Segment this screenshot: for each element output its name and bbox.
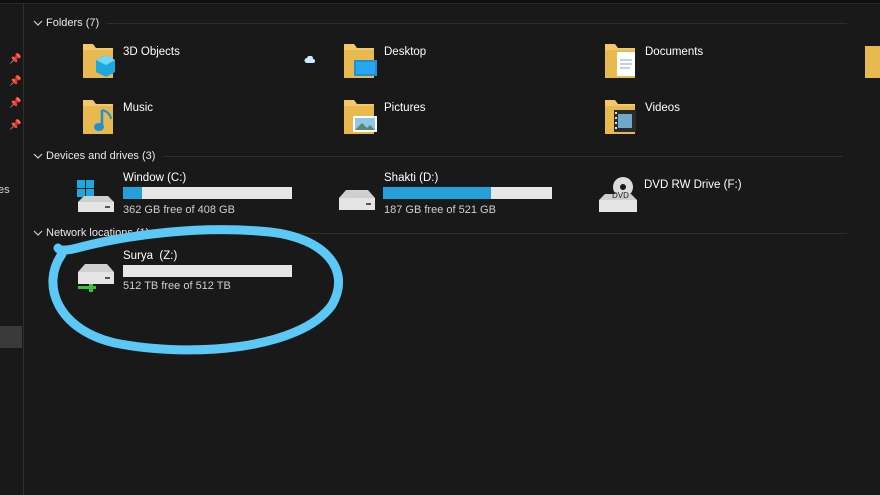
drive-free-space: 362 GB free of 408 GB: [123, 204, 235, 216]
cloud-sync-icon: [304, 56, 315, 63]
folder-item-videos[interactable]: Videos: [602, 96, 802, 140]
network-group-title: Network locations (1): [46, 227, 150, 239]
folders-group-header[interactable]: Folders (7): [33, 15, 848, 31]
drive-usage-bar: [123, 265, 292, 277]
drive-usage-fill: [123, 187, 143, 199]
drive-free-space: 187 GB free of 521 GB: [384, 204, 496, 216]
folder-item-documents[interactable]: Documents: [602, 40, 802, 84]
drive-label: DVD RW Drive (F:): [644, 179, 742, 191]
3d-objects-folder-icon: [83, 44, 115, 78]
downloads-folder-icon[interactable]: [863, 44, 880, 80]
drive-usage-bar: [123, 187, 292, 199]
chevron-down-icon[interactable]: [33, 228, 43, 238]
network-group-header[interactable]: Network locations (1): [33, 225, 848, 241]
chevron-down-icon[interactable]: [33, 151, 43, 161]
drive-usage-bar: [383, 187, 552, 199]
drive-usage-fill: [383, 187, 492, 199]
pin-icon[interactable]: 📌: [9, 120, 21, 132]
drive-item-d[interactable]: Shakti (D:) 187 GB free of 521 GB: [336, 170, 566, 218]
pin-icon[interactable]: 📌: [9, 54, 21, 66]
documents-folder-icon: [605, 44, 635, 78]
pictures-folder-icon: [344, 100, 377, 134]
network-drive-icon: [78, 264, 114, 292]
chevron-down-icon[interactable]: [33, 18, 43, 28]
pin-icon[interactable]: 📌: [9, 98, 21, 110]
music-folder-icon: [83, 100, 113, 134]
windows-drive-icon: [77, 180, 114, 212]
navigation-pane[interactable]: 📌 📌 📌 📌 es: [0, 4, 24, 495]
desktop-folder-icon: [344, 44, 377, 78]
hard-drive-icon: [339, 190, 375, 210]
folder-item-music[interactable]: Music: [80, 96, 280, 140]
drive-label: Surya (Z:): [123, 250, 178, 262]
drive-label: Window (C:): [123, 172, 187, 184]
folder-label: Videos: [645, 102, 680, 114]
pin-icon[interactable]: 📌: [9, 76, 21, 88]
folder-label: Music: [123, 102, 154, 114]
sidebar-item-label[interactable]: es: [0, 184, 10, 196]
videos-folder-icon: [605, 100, 636, 134]
folder-item-pictures[interactable]: Pictures: [341, 96, 541, 140]
folder-item-3d-objects[interactable]: 3D Objects: [80, 40, 280, 84]
drive-item-f[interactable]: DVD DVD RW Drive (F:): [597, 174, 827, 218]
group-divider: [157, 232, 848, 234]
folder-label: Desktop: [384, 46, 427, 58]
folder-label: 3D Objects: [123, 46, 180, 58]
drive-label: Shakti (D:): [384, 172, 439, 184]
folder-item-desktop[interactable]: Desktop: [341, 40, 541, 84]
network-drive-item-z[interactable]: Surya (Z:) 512 TB free of 512 TB: [75, 248, 305, 296]
folder-label: Documents: [645, 46, 704, 58]
sidebar-item-selected[interactable]: [0, 326, 22, 348]
svg-text:DVD: DVD: [612, 191, 629, 200]
folders-group-title: Folders (7): [46, 17, 100, 29]
drive-item-c[interactable]: Window (C:) 362 GB free of 408 GB: [75, 170, 305, 218]
drive-free-space: 512 TB free of 512 TB: [123, 280, 231, 292]
dvd-drive-icon: DVD: [599, 177, 637, 212]
title-bar: [0, 0, 880, 4]
group-divider: [163, 155, 844, 157]
devices-group-header[interactable]: Devices and drives (3): [33, 148, 844, 164]
group-divider: [107, 22, 848, 24]
devices-group-title: Devices and drives (3): [46, 150, 156, 162]
folder-label: Pictures: [384, 102, 426, 114]
